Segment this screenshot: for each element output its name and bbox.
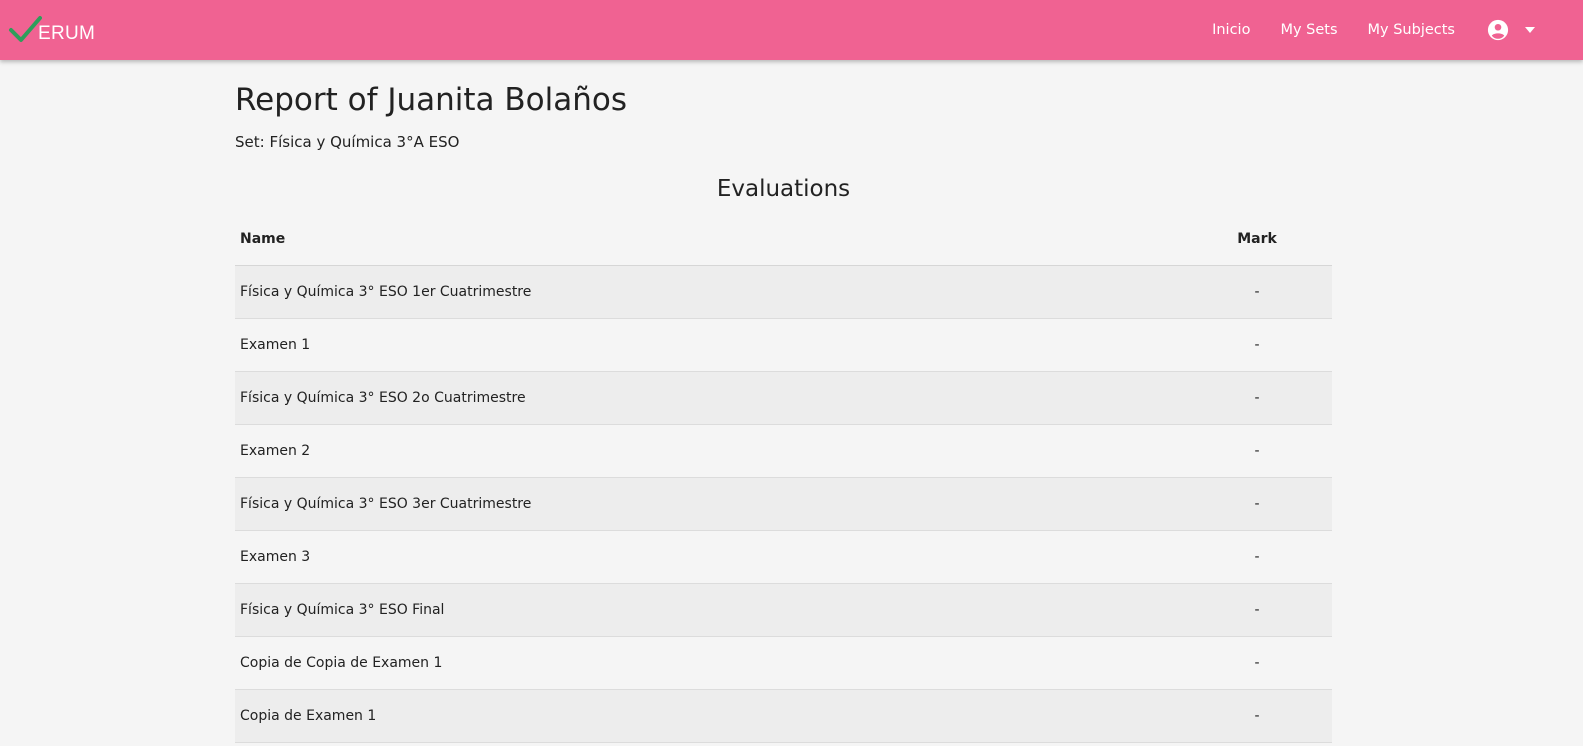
- table-row: Copia de Copia de Examen 1 -: [235, 636, 1332, 690]
- table-row: Física y Química 3° ESO 3er Cuatrimestre…: [235, 477, 1332, 531]
- evaluations-table: Name Mark Física y Química 3° ESO 1er Cu…: [235, 213, 1332, 743]
- evaluation-name: Física y Química 3° ESO 1er Cuatrimestre: [235, 265, 1182, 319]
- page-title: Report of Juanita Bolaños: [235, 82, 628, 118]
- column-header-mark: Mark: [1182, 213, 1332, 266]
- evaluation-mark: -: [1182, 636, 1332, 690]
- user-menu-dropdown[interactable]: [1487, 19, 1535, 41]
- evaluation-mark: -: [1182, 318, 1332, 372]
- table-row: Examen 2 -: [235, 424, 1332, 478]
- evaluation-mark: -: [1182, 371, 1332, 425]
- nav-link-inicio[interactable]: Inicio: [1212, 22, 1250, 38]
- nav-links: Inicio My Sets My Subjects: [1212, 0, 1583, 60]
- evaluation-mark: -: [1182, 530, 1332, 584]
- evaluation-name: Física y Química 3° ESO Final: [235, 583, 1182, 637]
- evaluation-name: Copia de Copia de Examen 1: [235, 636, 1182, 690]
- table-row: Física y Química 3° ESO 2o Cuatrimestre …: [235, 371, 1332, 425]
- evaluation-name: Física y Química 3° ESO 3er Cuatrimestre: [235, 477, 1182, 531]
- evaluations-heading: Evaluations: [716, 176, 851, 202]
- evaluation-mark: -: [1182, 424, 1332, 478]
- evaluation-mark: -: [1182, 689, 1332, 743]
- evaluation-name: Examen 2: [235, 424, 1182, 478]
- account-circle-icon: [1487, 19, 1509, 41]
- brand-text: ERUM: [38, 22, 96, 44]
- table-header-row: Name Mark: [235, 213, 1332, 266]
- nav-link-my-sets[interactable]: My Sets: [1280, 22, 1337, 38]
- table-row: Física y Química 3° ESO 1er Cuatrimestre…: [235, 265, 1332, 319]
- evaluation-name: Física y Química 3° ESO 2o Cuatrimestre: [235, 371, 1182, 425]
- table-row: Examen 1 -: [235, 318, 1332, 372]
- caret-down-icon: [1525, 27, 1535, 33]
- evaluation-name: Copia de Examen 1: [235, 689, 1182, 743]
- evaluation-name: Examen 1: [235, 318, 1182, 372]
- evaluation-mark: -: [1182, 583, 1332, 637]
- top-navbar: ERUM Inicio My Sets My Subjects: [0, 0, 1583, 60]
- table-row: Física y Química 3° ESO Final -: [235, 583, 1332, 637]
- table-row: Copia de Examen 1 -: [235, 689, 1332, 743]
- nav-link-my-subjects[interactable]: My Subjects: [1368, 22, 1455, 38]
- evaluation-mark: -: [1182, 265, 1332, 319]
- evaluation-mark: -: [1182, 477, 1332, 531]
- column-header-name: Name: [235, 213, 1182, 266]
- brand-logo[interactable]: ERUM: [8, 10, 95, 50]
- check-icon: [9, 16, 42, 42]
- table-row: Examen 3 -: [235, 530, 1332, 584]
- evaluation-name: Examen 3: [235, 530, 1182, 584]
- set-label: Set: Física y Química 3°A ESO: [235, 133, 460, 151]
